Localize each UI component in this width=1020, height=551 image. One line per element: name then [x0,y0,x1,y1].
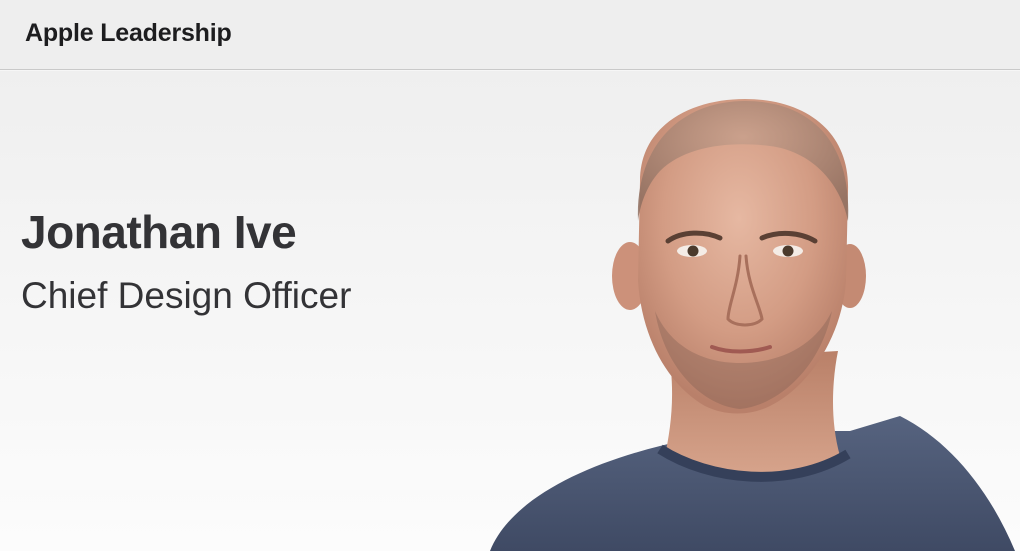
leader-name: Jonathan Ive [21,206,297,258]
portrait-photo [490,99,1015,551]
leader-hero: Jonathan Ive Chief Design Officer [0,71,1020,551]
leader-role: Chief Design Officer [21,275,352,316]
right-iris [782,245,794,257]
top-navigation-bar: Apple Leadership [0,0,1020,70]
left-iris [687,245,699,257]
site-title[interactable]: Apple Leadership [25,19,232,48]
